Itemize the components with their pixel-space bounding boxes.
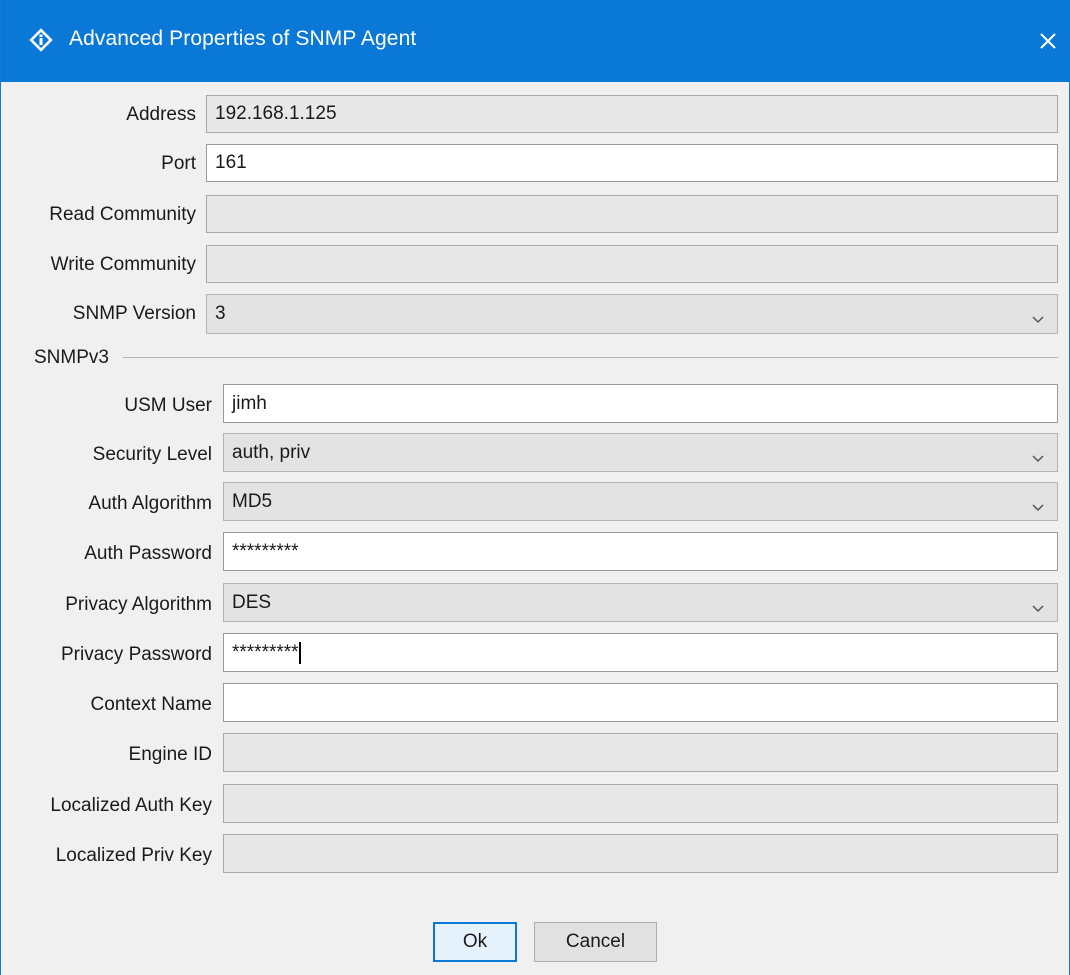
read-community-field: [206, 195, 1058, 233]
text-caret: [298, 641, 301, 664]
security-level-value: auth, priv: [232, 441, 311, 463]
port-label: Port: [161, 153, 196, 174]
auth-password-value: *********: [232, 540, 299, 562]
privacy-password-value: *********: [232, 641, 299, 663]
auth-algorithm-select[interactable]: MD5: [223, 482, 1058, 521]
snmp-version-select[interactable]: 3: [206, 294, 1058, 334]
localized-priv-key-label: Localized Priv Key: [55, 845, 212, 866]
auth-algorithm-value: MD5: [232, 490, 273, 512]
localized-auth-key-field: [223, 784, 1058, 823]
title-bar: Advanced Properties of SNMP Agent: [1, 0, 1070, 82]
snmpv3-section-label: SNMPv3: [34, 347, 109, 368]
write-community-label: Write Community: [50, 254, 196, 275]
address-value: 192.168.1.125: [215, 103, 337, 124]
localized-auth-key-label: Localized Auth Key: [50, 795, 212, 816]
auth-algorithm-label: Auth Algorithm: [88, 493, 212, 514]
context-name-input[interactable]: [223, 683, 1058, 722]
privacy-password-input[interactable]: *********: [223, 633, 1058, 672]
chevron-down-icon: [1031, 497, 1045, 511]
address-field: 192.168.1.125: [206, 95, 1058, 133]
auth-password-label: Auth Password: [84, 543, 212, 564]
privacy-algorithm-value: DES: [232, 591, 272, 613]
context-name-label: Context Name: [90, 694, 212, 715]
cancel-button[interactable]: Cancel: [534, 922, 657, 962]
section-divider: [123, 357, 1058, 358]
engine-id-label: Engine ID: [128, 744, 212, 765]
auth-password-input[interactable]: *********: [223, 532, 1058, 571]
privacy-password-label: Privacy Password: [61, 644, 212, 665]
engine-id-field: [223, 733, 1058, 772]
close-icon[interactable]: [1025, 20, 1070, 62]
address-label: Address: [126, 104, 196, 125]
chevron-down-icon: [1031, 598, 1045, 612]
info-diamond-icon: [29, 28, 53, 52]
security-level-label: Security Level: [92, 444, 212, 465]
chevron-down-icon: [1031, 448, 1045, 462]
chevron-down-icon: [1031, 309, 1045, 324]
snmp-version-value: 3: [215, 303, 226, 324]
usm-user-label: USM User: [124, 395, 212, 416]
window-title: Advanced Properties of SNMP Agent: [69, 27, 417, 50]
snmp-version-label: SNMP Version: [72, 303, 196, 324]
port-input[interactable]: 161: [206, 144, 1058, 182]
usm-user-value: jimh: [232, 392, 267, 414]
privacy-algorithm-label: Privacy Algorithm: [65, 594, 212, 615]
read-community-label: Read Community: [49, 204, 196, 225]
dialog-window: Advanced Properties of SNMP Agent Addres…: [0, 0, 1070, 975]
write-community-field: [206, 245, 1058, 283]
usm-user-input[interactable]: jimh: [223, 384, 1058, 423]
port-value: 161: [215, 152, 247, 173]
privacy-algorithm-select[interactable]: DES: [223, 583, 1058, 622]
ok-button[interactable]: Ok: [433, 922, 517, 962]
localized-priv-key-field: [223, 834, 1058, 873]
security-level-select[interactable]: auth, priv: [223, 433, 1058, 472]
